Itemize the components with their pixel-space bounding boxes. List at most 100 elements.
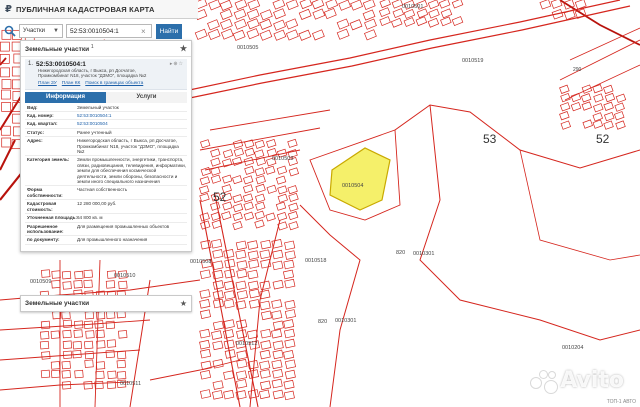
parcel-outline: [223, 389, 235, 400]
star-icon[interactable]: ★: [180, 299, 187, 308]
parcel-outline: [61, 310, 71, 320]
parcel-outline: [1, 102, 11, 112]
info-row-value: Ранее учтенный: [77, 129, 112, 135]
parcel-outline: [224, 268, 236, 279]
parcel-outline: [61, 360, 71, 370]
parcel-outline: [105, 349, 115, 359]
map-label: 0010301: [413, 251, 434, 257]
parcel-outline: [284, 240, 296, 251]
parcel-outline: [232, 221, 243, 231]
parcel-outline: [283, 259, 295, 270]
parcel-outline: [223, 248, 235, 259]
parcel-outline: [336, 18, 350, 30]
parcel-outline: [258, 389, 271, 400]
tab-services[interactable]: Услуги: [106, 91, 187, 103]
map-label: 0010504: [342, 183, 363, 189]
parcel-outline: [50, 369, 61, 379]
parcel-outline: [243, 201, 254, 211]
parcel-outline: [550, 0, 563, 9]
search-type-select[interactable]: Участки ▼: [19, 24, 63, 38]
result-cadastral-number[interactable]: 52:53:0010504:1: [36, 61, 86, 68]
parcel-outline: [271, 299, 283, 309]
parcel-outline: [440, 16, 452, 27]
parcel-outline: [199, 192, 210, 203]
find-button[interactable]: Найти: [156, 23, 182, 39]
parcel-outline: [212, 260, 224, 271]
parcel-outline: [299, 0, 313, 10]
parcel-outline: [73, 329, 83, 338]
info-row-value: Земельный участок: [77, 104, 119, 110]
parcel-outline: [259, 280, 271, 291]
parcel-outline: [40, 331, 50, 340]
star-icon[interactable]: ★: [180, 44, 187, 53]
parcel-outline: [362, 0, 376, 11]
avito-logo-icon: [530, 367, 559, 394]
parcel-outline: [236, 329, 248, 339]
result-item[interactable]: 1. 52:53:0010504:1 ▸⊕☆ Нижегородская обл…: [25, 59, 187, 90]
parcel-outline: [272, 369, 284, 379]
parcel-outline: [350, 0, 363, 11]
parcel-outline: [219, 8, 233, 20]
parcel-outline: [199, 212, 210, 222]
result-address: Нижегородская область, г Выкса, рп Досча…: [38, 68, 147, 79]
info-row: Кад. номер: 52:53:0010504:1: [25, 112, 187, 121]
map-label: 53: [483, 132, 497, 146]
parcel-outline: [403, 17, 416, 27]
parcel-outline: [271, 378, 283, 389]
parcel-outline: [272, 249, 284, 260]
parcel-outline: [118, 280, 128, 290]
parcel-outline: [276, 211, 288, 222]
parcel-outline: [39, 340, 50, 350]
info-row-value[interactable]: 52:53:0010504: [77, 121, 187, 126]
parcel-outline: [603, 101, 614, 111]
parcel-outline: [415, 16, 428, 27]
search-in-borders-link[interactable]: Поиск в границах объекта: [85, 81, 143, 86]
parcel-outline: [593, 93, 604, 103]
parcel-outline: [603, 120, 614, 130]
search-icon[interactable]: [4, 25, 16, 37]
parcel-outline: [312, 29, 325, 41]
parcel-outline: [200, 239, 212, 250]
item-tools-icons[interactable]: ▸⊕☆: [170, 61, 184, 67]
parcel-outline: [220, 28, 234, 40]
parcel-outline: [1, 137, 12, 148]
parcel-outline: [349, 19, 363, 31]
parcel-outline: [259, 369, 271, 379]
parcel-outline: [581, 84, 593, 94]
parcel-outline: [283, 390, 295, 401]
plan-zu-link[interactable]: План ЗУ: [38, 81, 57, 86]
map-label: 0010510: [114, 273, 135, 279]
clear-icon[interactable]: ×: [141, 27, 149, 36]
parcel-outline: [288, 221, 299, 231]
parcel-outline: [199, 339, 211, 350]
info-row-label: Вид:: [27, 104, 38, 110]
info-row-value[interactable]: 52:53:0010504:1: [77, 113, 187, 118]
parcel-outline: [259, 380, 272, 391]
info-row: Статус: Ранее учтенный: [25, 129, 187, 138]
parcel-outline: [614, 111, 625, 121]
parcel-outline: [199, 185, 210, 195]
parcel-outline: [285, 29, 299, 41]
plan-kk-link[interactable]: План КК: [62, 81, 81, 86]
search-input[interactable]: [66, 24, 152, 38]
parcel-outline: [40, 369, 51, 379]
parcel-outline: [222, 174, 233, 184]
parcel-outline: [84, 310, 95, 320]
result-links: План ЗУ План КК Поиск в границах объекта: [38, 81, 184, 86]
parcel-outline: [604, 92, 616, 103]
parcel-outline: [221, 158, 233, 168]
parcel-outline: [254, 219, 265, 229]
collapsed-results-panel[interactable]: Земельные участки ★: [20, 295, 192, 312]
map-label: 52: [213, 190, 227, 204]
parcel-outline: [247, 240, 259, 250]
parcel-outline: [246, 28, 260, 40]
parcel-outline: [285, 18, 299, 30]
parcel-outline: [325, 0, 339, 10]
parcel-outline: [288, 202, 299, 212]
tab-info[interactable]: Информация: [25, 91, 106, 103]
parcel-outline: [74, 369, 84, 379]
app-header: ₽ ПУБЛИЧНАЯ КАДАСТРОВАЯ КАРТА: [0, 0, 198, 19]
parcel-outline: [84, 359, 94, 368]
info-table: Вид: Земельный участок Кад. номер: 52:53:00…: [25, 104, 187, 245]
info-row-label: Кад. номер:: [27, 113, 54, 118]
